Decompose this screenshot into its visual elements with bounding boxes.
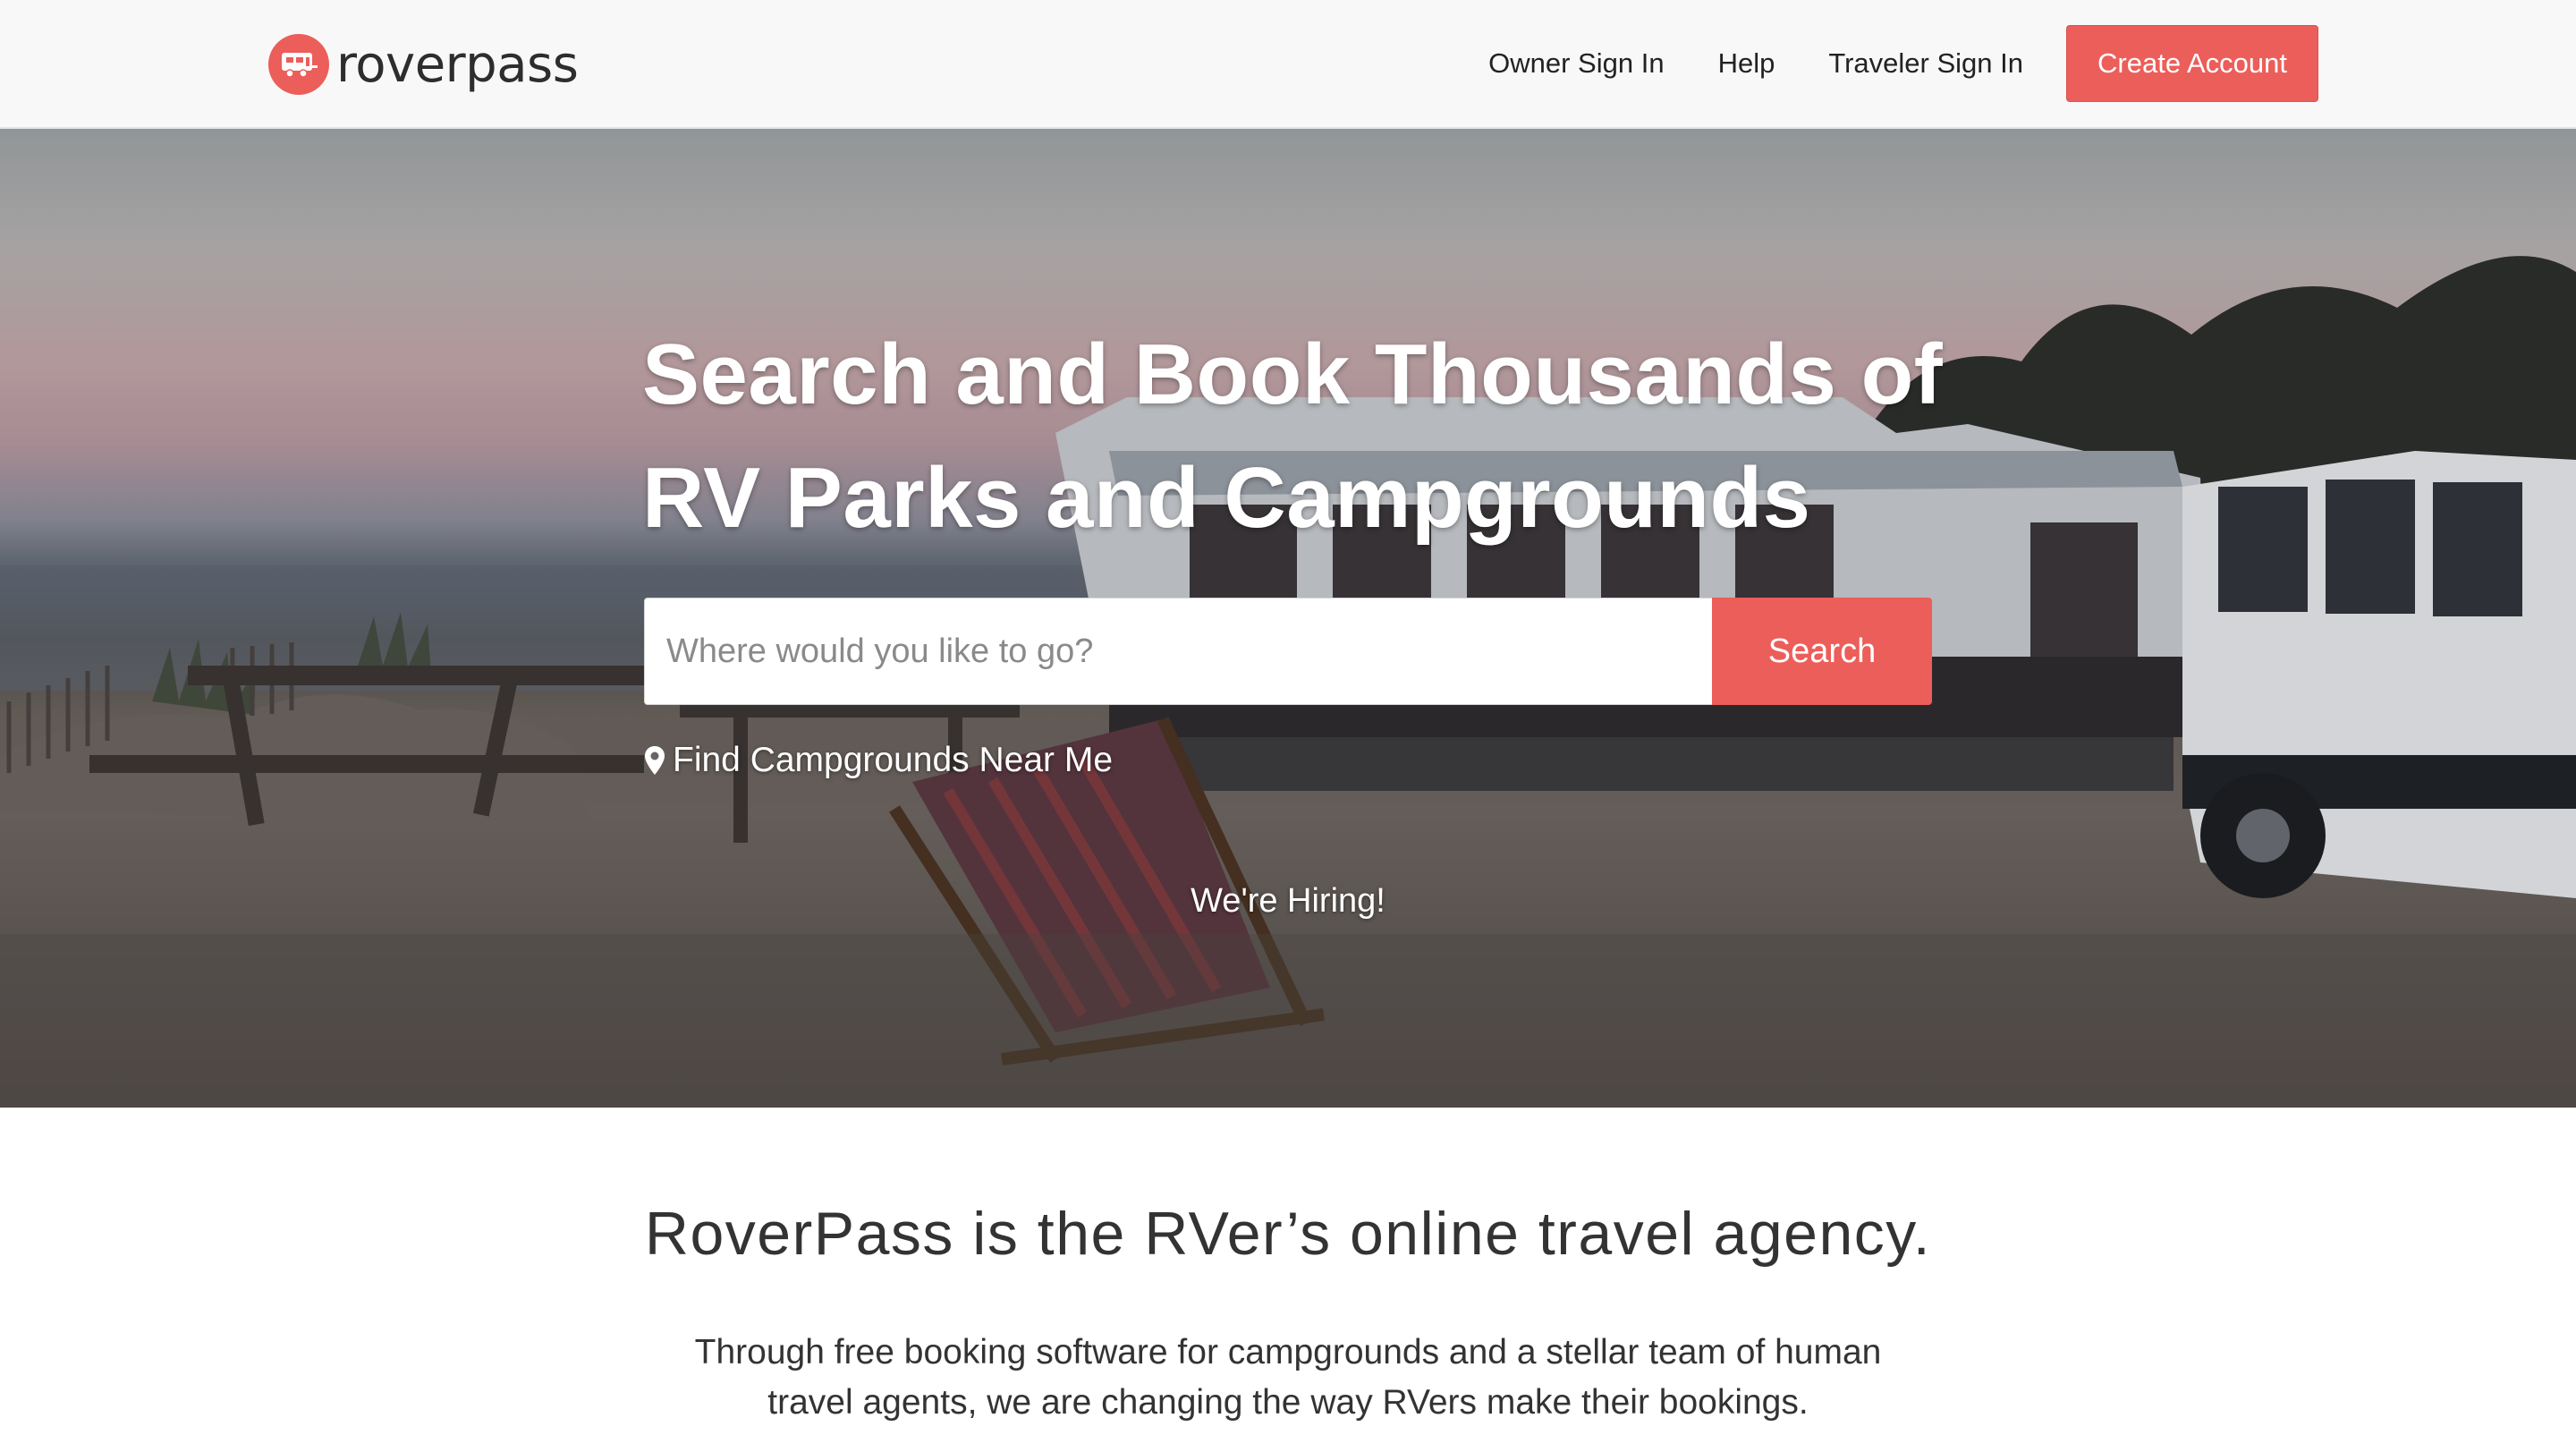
destination-search-input[interactable] — [644, 598, 1712, 705]
map-pin-icon — [645, 746, 665, 775]
hiring-link[interactable]: We're Hiring! — [1109, 882, 1467, 921]
about-description: Through free booking software for campgr… — [626, 1328, 1950, 1428]
logo-wordmark: roverpass — [336, 35, 579, 94]
create-account-button[interactable]: Create Account — [2066, 25, 2318, 102]
find-near-me-label: Find Campgrounds Near Me — [673, 741, 1114, 779]
rv-camper-icon — [268, 34, 329, 95]
roverpass-logo[interactable]: roverpass — [268, 29, 579, 100]
hero-section: Search and Book Thousands of RV Parks an… — [0, 129, 2576, 1108]
hero-headline: Search and Book Thousands of RV Parks an… — [642, 313, 1984, 560]
owner-sign-in-link[interactable]: Owner Sign In — [1488, 47, 1664, 80]
about-description-line2: travel agents, we are changing the way R… — [767, 1383, 1809, 1422]
main-nav: Owner Sign In Help Traveler Sign In Crea… — [1488, 25, 2318, 102]
traveler-sign-in-link[interactable]: Traveler Sign In — [1828, 47, 2023, 80]
site-header: roverpass Owner Sign In Help Traveler Si… — [0, 0, 2576, 129]
about-heading: RoverPass is the RVer’s online travel ag… — [644, 1200, 1932, 1268]
search-bar: Search — [644, 598, 1932, 705]
hero-headline-line2: RV Parks and Campgrounds — [642, 450, 1811, 546]
hero-headline-line1: Search and Book Thousands of — [642, 327, 1944, 422]
find-near-me-link[interactable]: Find Campgrounds Near Me — [644, 741, 1113, 780]
help-link[interactable]: Help — [1718, 47, 1775, 80]
about-description-line1: Through free booking software for campgr… — [694, 1333, 1882, 1371]
search-button[interactable]: Search — [1712, 598, 1932, 705]
